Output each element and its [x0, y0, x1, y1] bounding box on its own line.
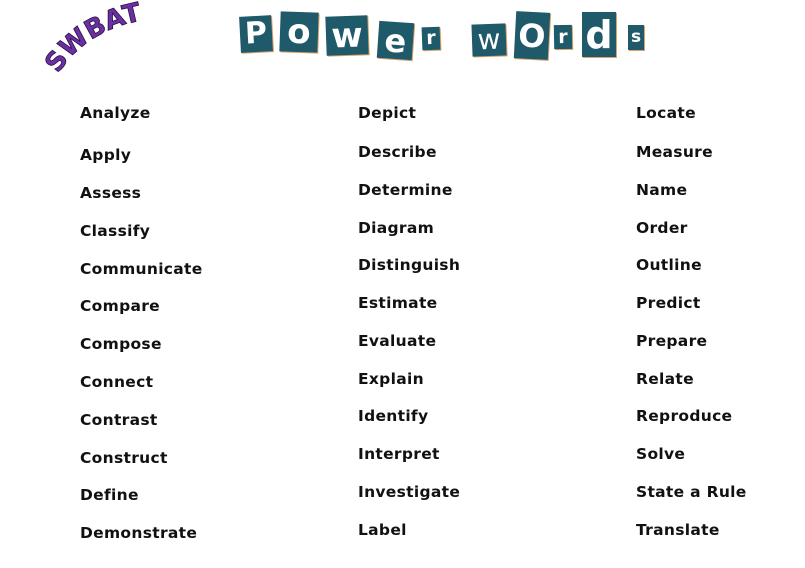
power-word: Interpret: [358, 445, 440, 463]
power-word: Prepare: [636, 332, 708, 350]
power-word: Depict: [358, 104, 417, 122]
title-tile: P: [239, 15, 273, 53]
power-word: Translate: [636, 521, 720, 539]
power-word: Explain: [358, 370, 424, 388]
power-word: Compose: [80, 335, 162, 353]
power-word: Label: [358, 521, 407, 539]
power-word: Locate: [636, 104, 696, 122]
power-word: Estimate: [358, 294, 438, 312]
title-tile: w: [471, 23, 507, 57]
power-word: Predict: [636, 294, 701, 312]
power-word: Apply: [80, 146, 132, 164]
power-word: Investigate: [358, 483, 461, 501]
power-word: Construct: [80, 449, 168, 467]
power-word: Classify: [80, 222, 151, 240]
power-word: Determine: [358, 181, 453, 199]
title-tile: O: [513, 11, 551, 60]
power-word: Solve: [636, 445, 686, 463]
power-word: Outline: [636, 256, 702, 274]
power-word: Demonstrate: [80, 524, 198, 542]
power-word: Reproduce: [636, 407, 733, 425]
power-word: Evaluate: [358, 332, 437, 350]
page-title: P o w e r w O r d s: [0, 0, 805, 80]
title-tile: e: [376, 21, 415, 60]
power-word: Assess: [80, 184, 142, 202]
power-word: Measure: [636, 143, 713, 161]
power-word: Compare: [80, 297, 160, 315]
title-tile: r: [421, 26, 441, 51]
power-word: Contrast: [80, 411, 158, 429]
power-word: Name: [636, 181, 688, 199]
power-word: Describe: [358, 143, 437, 161]
power-word: Analyze: [80, 104, 151, 122]
title-tile: r: [553, 24, 573, 50]
title-tile: s: [628, 25, 644, 50]
power-word: Define: [80, 486, 139, 504]
title-tile: d: [582, 12, 616, 57]
title-tile: w: [325, 15, 369, 56]
power-word: Relate: [636, 370, 694, 388]
power-word: Connect: [80, 373, 154, 391]
power-word: Communicate: [80, 260, 203, 278]
power-word: Diagram: [358, 219, 435, 237]
power-word: State a Rule: [636, 483, 747, 501]
power-word: Identify: [358, 407, 429, 425]
title-tile: o: [279, 11, 319, 53]
power-word: Order: [636, 219, 688, 237]
power-word: Distinguish: [358, 256, 461, 274]
